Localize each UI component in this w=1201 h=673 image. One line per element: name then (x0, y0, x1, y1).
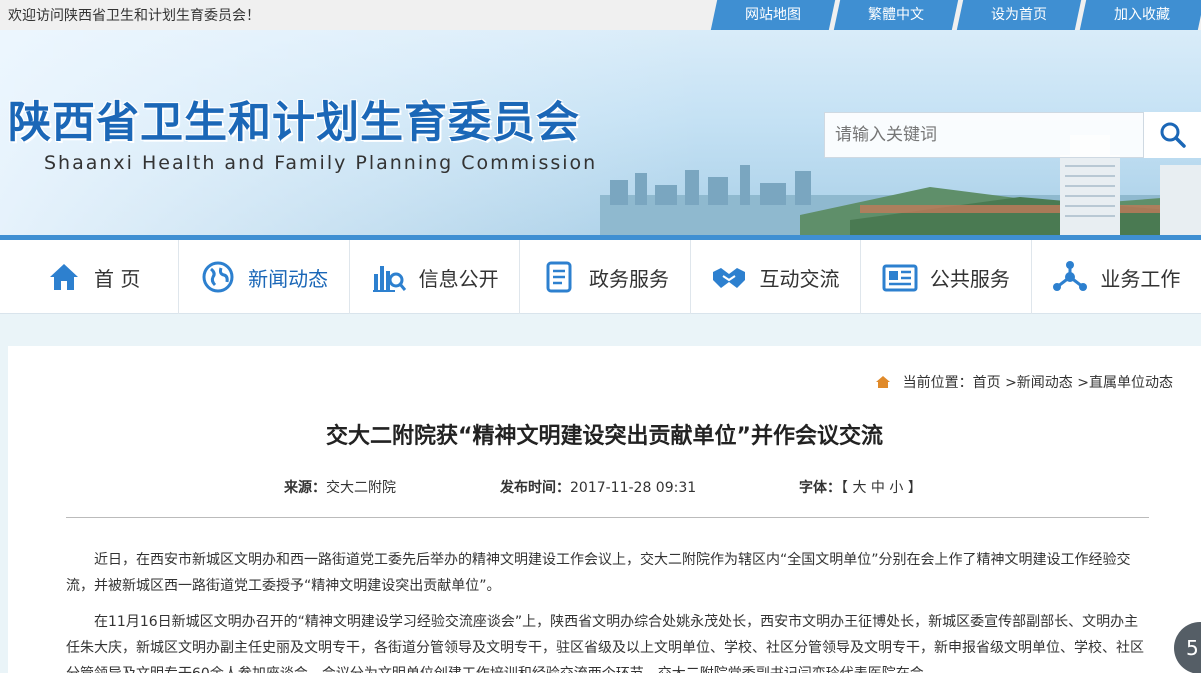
set-homepage-link[interactable]: 设为首页 (956, 0, 1082, 30)
site-map-link[interactable]: 网站地图 (710, 0, 836, 30)
article-panel: 当前位置： 首页 >新闻动态 >直属单位动态 交大二附院获“精神文明建设突出贡献… (8, 346, 1201, 673)
globe-icon (200, 259, 236, 295)
font-size-selector: 字体：【 大 中 小 】 (799, 480, 922, 496)
font-size-options[interactable]: 【 大 中 小 】 (841, 480, 922, 496)
home-small-icon (875, 376, 890, 388)
home-icon (46, 259, 82, 295)
top-links: 网站地图 繁體中文 设为首页 加入收藏 (709, 0, 1201, 30)
nav-item-interaction[interactable]: 互动交流 (689, 240, 860, 314)
article-source: 来源：交大二附院 (284, 480, 396, 496)
nav-item-home[interactable]: 首 页 (8, 240, 178, 314)
nav-item-public-service[interactable]: 公共服务 (860, 240, 1030, 314)
nav-item-government-service[interactable]: 政务服务 (519, 240, 689, 314)
main-nav: 首 页 新闻动态 信息公开 政务服务 互动交流 公共服务 业务工作 (0, 240, 1201, 314)
breadcrumb: 当前位置： 首页 >新闻动态 >直属单位动态 (875, 372, 1173, 392)
newspaper-icon (882, 259, 918, 295)
article-paragraph: 近日，在西安市新城区文明办和西一路街道党工委先后举办的精神文明建设工作会议上，交… (66, 552, 1131, 594)
nav-item-news[interactable]: 新闻动态 (178, 240, 348, 314)
site-title-english: Shaanxi Health and Family Planning Commi… (44, 152, 598, 174)
network-icon (1052, 259, 1088, 295)
article-paragraph: 在11月16日新城区文明办召开的“精神文明建设学习经验交流座谈会”上，陕西省文明… (66, 614, 1144, 673)
search-button[interactable] (1144, 112, 1201, 158)
top-bar: 欢迎访问陕西省卫生和计划生育委员会！ 网站地图 繁體中文 设为首页 加入收藏 (0, 0, 1201, 30)
add-favorite-link[interactable]: 加入收藏 (1079, 0, 1201, 30)
welcome-text: 欢迎访问陕西省卫生和计划生育委员会！ (8, 8, 260, 24)
document-icon (541, 259, 577, 295)
article-title: 交大二附院获“精神文明建设突出贡献单位”并作会议交流 (326, 424, 883, 449)
search-icon (1160, 122, 1186, 148)
breadcrumb-direct-units[interactable]: >直属单位动态 (1077, 372, 1173, 392)
breadcrumb-prefix: 当前位置： (902, 375, 973, 391)
search-input[interactable] (825, 113, 1143, 157)
search-box (824, 112, 1144, 158)
breadcrumb-home[interactable]: 首页 (973, 372, 1001, 392)
handshake-icon (711, 259, 747, 295)
site-title: 陕西省卫生和计划生育委员会 (8, 98, 580, 148)
traditional-chinese-link[interactable]: 繁體中文 (833, 0, 959, 30)
chart-search-icon (371, 259, 407, 295)
breadcrumb-news[interactable]: >新闻动态 (1005, 372, 1073, 392)
divider (66, 517, 1149, 518)
article-date: 发布时间：2017-11-28 09:31 (500, 480, 697, 496)
nav-item-info[interactable]: 信息公开 (348, 240, 519, 314)
nav-item-business[interactable]: 业务工作 (1030, 240, 1201, 314)
